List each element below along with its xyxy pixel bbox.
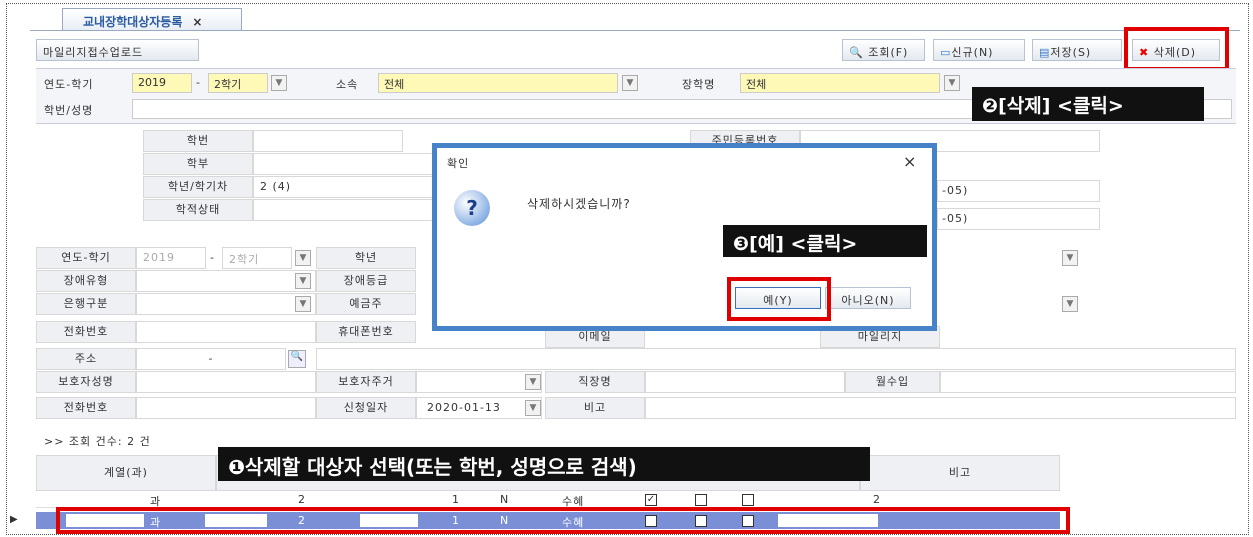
disability-grade-label: 장애등급 [316, 270, 416, 292]
scholarship-select[interactable]: 전체 [740, 73, 940, 93]
term-select[interactable]: 2학기 [208, 73, 268, 93]
guardian-label: 보호자성명 [36, 371, 136, 393]
chevron-down-icon[interactable]: ▼ [525, 400, 541, 416]
id-label: 학번 [143, 130, 253, 152]
row-note: 2 [873, 493, 881, 506]
search-label: 조회(F) [868, 46, 909, 59]
no-button[interactable]: 아니오(N) [825, 287, 911, 309]
table-row[interactable] [36, 491, 1060, 508]
chevron-down-icon[interactable]: ▼ [525, 374, 541, 390]
dept-info-field [253, 153, 433, 175]
bank-label: 은행구분 [36, 293, 136, 315]
close-icon[interactable]: × [903, 152, 916, 171]
apply-date-field[interactable]: 2020-01-13 [416, 397, 542, 419]
status-label: 학적상태 [143, 199, 253, 221]
callout-click-delete: ❷[삭제] <클릭> [972, 87, 1204, 121]
row-grade: 2 [298, 493, 306, 506]
student-label: 학번/성명 [44, 104, 94, 117]
phone-field[interactable] [136, 321, 316, 343]
address-field[interactable] [316, 348, 1236, 370]
row-checkbox[interactable] [742, 494, 754, 506]
save-button[interactable]: ▤저장(S) [1032, 39, 1122, 61]
search-button[interactable]: 🔍 조회(F) [842, 39, 925, 61]
result-count: >> 조회 건수: 2 건 [44, 435, 151, 448]
chevron-down-icon[interactable]: ▼ [295, 296, 311, 312]
guardian-field[interactable] [136, 371, 316, 393]
column-header-dept[interactable]: 계열(과) [36, 455, 216, 491]
tab-label: 교내장학대상자등록 [83, 15, 183, 29]
chevron-down-icon[interactable]: ▼ [622, 75, 638, 91]
row-n1: 1 [452, 493, 460, 506]
dialog-title: 확인 [447, 157, 470, 170]
bank-select[interactable] [136, 293, 316, 315]
year-select[interactable]: 2019 [132, 73, 192, 93]
job-label: 직장명 [545, 371, 645, 393]
delete-highlight [1124, 27, 1229, 71]
job-field[interactable] [645, 371, 845, 393]
chevron-down-icon[interactable]: ▼ [271, 75, 287, 91]
guardian-phone-field[interactable] [136, 397, 316, 419]
apply-date-label: 신청일자 [316, 397, 416, 419]
grade-term-label: 학년/학기차 [143, 176, 253, 198]
row-n2: N [500, 493, 510, 506]
note-label: 비고 [545, 397, 645, 419]
save-icon: ▤ [1039, 46, 1051, 59]
chevron-down-icon[interactable]: ▼ [1062, 250, 1078, 266]
search-icon: 🔍 [849, 46, 864, 59]
close-icon[interactable]: × [192, 15, 202, 29]
income-field[interactable] [940, 371, 1236, 393]
id-field[interactable] [253, 130, 403, 152]
form-year-label: 연도-학기 [36, 247, 136, 269]
phone-label: 전화번호 [36, 321, 136, 343]
date-value-1: -05) [937, 180, 1100, 202]
dialog-message: 삭제하시겠습니까? [527, 197, 631, 211]
row-checkbox[interactable] [695, 494, 707, 506]
chevron-down-icon[interactable]: ▼ [944, 75, 960, 91]
tab-divider [30, 30, 1240, 31]
dept-select[interactable]: 전체 [378, 73, 618, 93]
new-icon: ▭ [940, 46, 952, 59]
callout-click-yes: ❸[예] <클릭> [723, 225, 927, 257]
row-checkbox[interactable]: ✓ [645, 494, 657, 506]
save-label: 저장(S) [1050, 46, 1092, 59]
form-term: 2학기 [222, 247, 292, 269]
date-value-2: -05) [937, 208, 1100, 230]
dept-label: 소속 [336, 78, 359, 91]
callout-select-target: ❶삭제할 대상자 선택(또는 학번, 성명으로 검색) [218, 447, 870, 481]
address-zip[interactable]: - [136, 348, 286, 370]
row-highlight [56, 507, 1070, 534]
chevron-down-icon[interactable]: ▼ [295, 273, 311, 289]
column-header-note[interactable]: 비고 [860, 455, 1060, 491]
dash: - [210, 251, 215, 264]
mobile-label: 휴대폰번호 [316, 321, 416, 343]
disability-type-label: 장애유형 [36, 270, 136, 292]
dash: - [196, 76, 201, 89]
guardian-phone-label: 전화번호 [36, 397, 136, 419]
status-field [253, 199, 433, 221]
search-icon[interactable]: 🔍 [288, 350, 306, 368]
form-year: 2019 [136, 247, 206, 269]
form-grade-label: 학년 [316, 247, 416, 269]
disability-type-select[interactable] [136, 270, 316, 292]
question-icon: ? [454, 190, 490, 226]
note-field[interactable] [645, 397, 1236, 419]
address-label: 주소 [36, 348, 136, 370]
dept-info-label: 학부 [143, 153, 253, 175]
new-button[interactable]: ▭신규(N) [933, 39, 1025, 61]
new-label: 신규(N) [951, 46, 994, 59]
tab-scholarship-register[interactable]: 교내장학대상자등록 × [62, 8, 242, 30]
chevron-down-icon[interactable]: ▼ [295, 250, 311, 266]
mileage-upload-button[interactable]: 마일리지접수업로드 [36, 39, 199, 61]
scholarship-label: 장학명 [682, 78, 716, 91]
chevron-down-icon[interactable]: ▼ [1062, 296, 1078, 312]
guardian-residence-label: 보호자주거 [316, 371, 416, 393]
grade-term-value: 2 (4) [253, 176, 433, 198]
holder-label: 예금주 [316, 293, 416, 315]
row-pointer-icon: ▶ [10, 514, 18, 525]
guardian-residence-select[interactable] [416, 371, 542, 393]
yes-highlight [727, 277, 831, 321]
income-label: 월수입 [845, 371, 940, 393]
year-term-label: 연도-학기 [44, 78, 94, 91]
